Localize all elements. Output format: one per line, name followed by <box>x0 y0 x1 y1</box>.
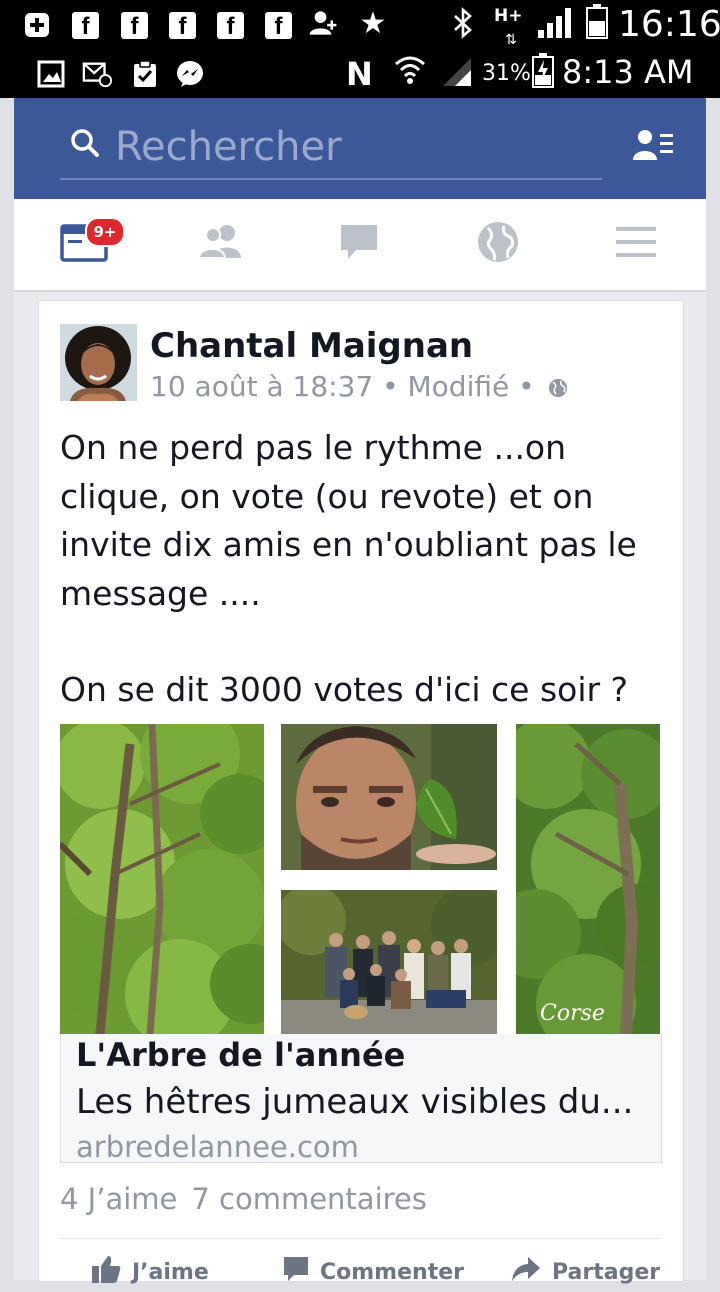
post-message-line: On ne perd pas le rythme ...on <box>60 428 567 467</box>
comment-icon <box>282 1255 320 1289</box>
globe-icon <box>548 372 568 405</box>
post-message: On ne perd pas le rythme ...on clique, o… <box>60 424 670 715</box>
status-bar: f f f f f ★ H+ ⇅ 16:16 N 31% 8:13 AM <box>0 0 720 98</box>
email-icon <box>82 59 112 89</box>
bluetooth-icon <box>448 7 478 39</box>
avatar[interactable] <box>60 324 137 401</box>
like-icon <box>90 1254 132 1290</box>
comments-count[interactable]: 7 commentaires <box>191 1182 427 1216</box>
messenger-icon <box>175 59 205 89</box>
post-author-name[interactable]: Chantal Maignan <box>150 326 473 366</box>
comment-button[interactable]: Commenter <box>282 1252 464 1292</box>
plus-square-icon <box>22 10 52 40</box>
post-meta: 10 août à 18:37 • Modifié • <box>150 370 568 405</box>
share-icon <box>510 1255 552 1289</box>
network-type: H+ <box>494 6 523 26</box>
comment-button-label: Commenter <box>320 1259 464 1285</box>
divider <box>60 1238 660 1239</box>
post-message-line: On se dit 3000 votes d'ici ce soir ? <box>60 670 629 709</box>
add-friend-icon <box>308 8 338 38</box>
facebook-icon: f <box>72 12 99 40</box>
status-bar-bottom-row: N 31% 8:13 AM <box>0 49 720 98</box>
friends-icon <box>197 224 245 265</box>
signal-icon <box>440 57 474 87</box>
facebook-icon: f <box>217 12 244 40</box>
clock-top: 16:16 <box>618 4 720 45</box>
share-button-label: Partager <box>552 1259 661 1285</box>
like-button-label: J’aime <box>132 1259 209 1285</box>
photo-icon <box>36 59 66 89</box>
battery-icon <box>528 53 558 88</box>
clipboard-icon <box>130 59 160 89</box>
search-underline <box>60 178 602 180</box>
link-domain: arbredelannee.com <box>76 1130 359 1164</box>
battery-icon <box>582 4 612 39</box>
likes-count[interactable]: 4 J’aime <box>60 1182 177 1216</box>
post-message-line: invite dix amis en n'oubliant pas le <box>60 525 637 564</box>
link-title[interactable]: L'Arbre de l'année <box>76 1036 405 1074</box>
post-message-line: message .... <box>60 573 261 613</box>
menu-icon <box>614 224 658 265</box>
tab-notifications[interactable] <box>458 199 538 290</box>
search-icon[interactable] <box>70 128 100 163</box>
friend-list-icon[interactable] <box>633 128 675 167</box>
wifi-icon <box>392 55 428 85</box>
facebook-icon: f <box>169 12 196 40</box>
tab-messages[interactable] <box>319 199 399 290</box>
messages-icon <box>338 222 380 267</box>
search-input[interactable]: Rechercher <box>115 124 342 170</box>
post-timestamp[interactable]: 10 août à 18:37 • Modifié • <box>150 370 535 403</box>
corse-watermark: Corse <box>540 1001 605 1026</box>
share-button[interactable]: Partager <box>510 1252 660 1292</box>
group-photo[interactable] <box>281 890 497 1034</box>
like-button[interactable]: J’aime <box>90 1252 209 1292</box>
star-icon: ★ <box>359 5 387 41</box>
facebook-icon: f <box>121 12 148 40</box>
globe-icon <box>476 220 520 269</box>
link-description: Les hêtres jumeaux visibles du... <box>76 1082 634 1122</box>
battery-percent: 31% <box>482 61 531 86</box>
tree-photo-right[interactable]: Corse <box>516 724 660 1034</box>
tab-more[interactable] <box>596 199 676 290</box>
facebook-icon: f <box>265 12 292 40</box>
tab-friend-requests[interactable] <box>181 199 261 290</box>
notification-badge: 9+ <box>85 217 125 247</box>
nfc-icon: N <box>346 55 373 93</box>
signal-icon <box>535 8 575 38</box>
post-stats: 4 J’aime 7 commentaires <box>60 1182 441 1216</box>
tree-photo-left[interactable] <box>60 724 264 1034</box>
clock-bottom: 8:13 AM <box>562 53 694 91</box>
man-with-leaf-photo[interactable] <box>281 724 497 870</box>
status-bar-top-row: f f f f f ★ H+ ⇅ 16:16 <box>0 0 720 49</box>
post-message-line: clique, on vote (ou revote) et on <box>60 476 594 516</box>
